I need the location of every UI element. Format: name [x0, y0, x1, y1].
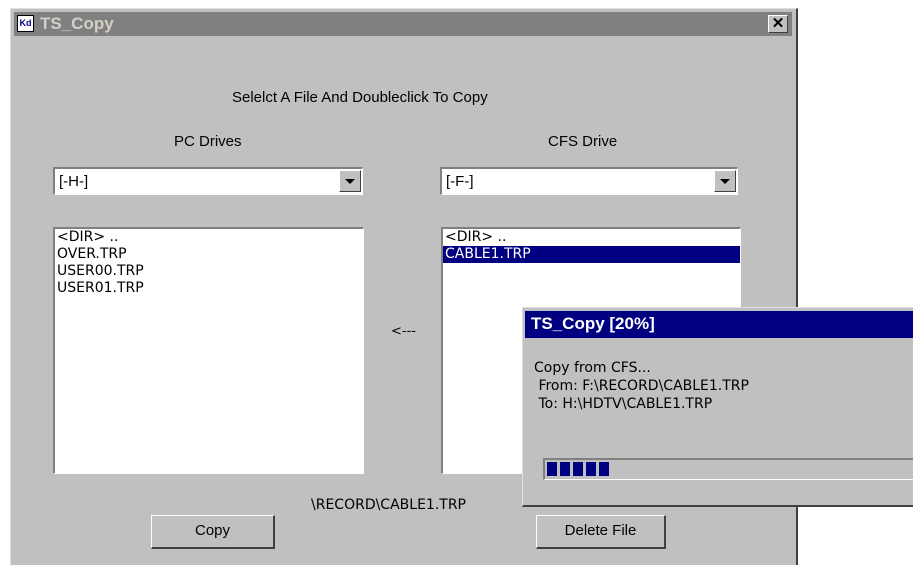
list-item[interactable]: USER00.TRP — [55, 263, 363, 280]
cfs-drive-label: CFS Drive — [548, 133, 618, 150]
progress-dialog: TS_Copy [20%] Copy from CFS... From: F:\… — [522, 307, 913, 507]
close-button[interactable]: ✕ — [768, 15, 788, 33]
copy-progress-bar — [543, 458, 913, 480]
progress-dialog-titlebar[interactable]: TS_Copy [20%] — [525, 311, 913, 338]
pc-file-list[interactable]: <DIR> .. OVER.TRP USER00.TRP USER01.TRP — [53, 227, 364, 474]
copy-button[interactable]: Copy — [151, 515, 275, 549]
pc-drives-label: PC Drives — [174, 133, 242, 150]
delete-file-button[interactable]: Delete File — [536, 515, 666, 549]
cfs-drive-select[interactable]: [-F-] — [440, 167, 738, 195]
list-item[interactable]: <DIR> .. — [443, 229, 740, 246]
progress-block — [547, 462, 557, 476]
pc-drive-value: [-H-] — [59, 173, 89, 190]
current-path: \RECORD\CABLE1.TRP — [311, 497, 466, 513]
progress-line-from: From: F:\RECORD\CABLE1.TRP — [534, 378, 749, 394]
app-icon: Kd — [17, 15, 34, 32]
list-item[interactable]: <DIR> .. — [55, 229, 363, 246]
progress-block — [573, 462, 583, 476]
list-item-selected[interactable]: CABLE1.TRP — [443, 246, 740, 263]
list-item[interactable]: OVER.TRP — [55, 246, 363, 263]
progress-block — [586, 462, 596, 476]
progress-line-1: Copy from CFS... — [534, 360, 651, 376]
instruction-text: Selelct A File And Doubleclick To Copy — [232, 89, 488, 106]
progress-block — [560, 462, 570, 476]
chevron-down-icon[interactable] — [339, 170, 361, 192]
direction-arrow: <--- — [391, 324, 416, 339]
progress-line-to: To: H:\HDTV\CABLE1.TRP — [534, 396, 713, 412]
cfs-drive-value: [-F-] — [446, 173, 474, 190]
window-title: TS_Copy — [40, 14, 114, 33]
progress-block — [599, 462, 609, 476]
pc-drive-select[interactable]: [-H-] — [53, 167, 363, 195]
window-titlebar[interactable]: Kd TS_Copy ✕ — [14, 12, 792, 36]
progress-dialog-title: TS_Copy [20%] — [531, 314, 655, 333]
list-item[interactable]: USER01.TRP — [55, 280, 363, 297]
chevron-down-icon[interactable] — [714, 170, 736, 192]
